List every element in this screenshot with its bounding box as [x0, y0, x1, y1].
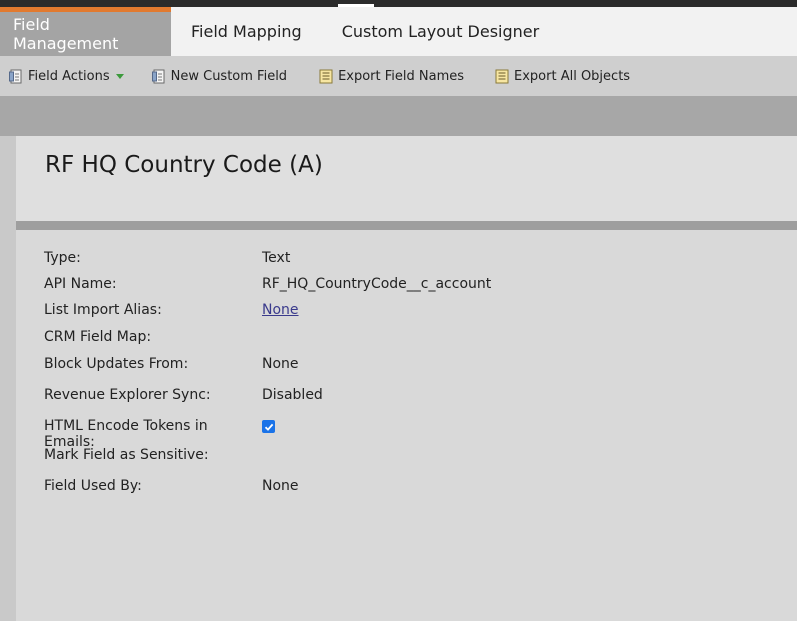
- tab-bar: Field Management Field Mapping Custom La…: [0, 7, 797, 56]
- row-value: Disabled: [262, 387, 323, 403]
- dropdown-arrow-icon: [115, 73, 124, 79]
- checkmark-icon: [264, 423, 273, 431]
- row-value: None: [262, 478, 299, 494]
- row-value: Text: [262, 250, 291, 266]
- row-label: API Name:: [44, 276, 117, 292]
- row-value: None: [262, 356, 299, 372]
- tab-field-management[interactable]: Field Management: [0, 7, 171, 56]
- field-actions-button[interactable]: Field Actions: [9, 64, 124, 88]
- detail-row-block-updates-from: Block Updates From: None: [44, 356, 299, 372]
- row-label: Block Updates From:: [44, 356, 189, 372]
- row-label: Mark Field as Sensitive:: [44, 447, 209, 463]
- document-icon: [151, 69, 166, 84]
- row-label: Type:: [44, 250, 81, 266]
- left-gutter: [0, 136, 16, 621]
- export-field-names-label: Export Field Names: [338, 68, 465, 84]
- field-actions-label: Field Actions: [28, 68, 110, 84]
- row-label: Field Used By:: [44, 478, 142, 494]
- export-field-names-button[interactable]: Export Field Names: [319, 64, 464, 88]
- export-document-icon: [319, 69, 333, 84]
- detail-row-mark-field-sensitive: Mark Field as Sensitive:: [44, 447, 262, 463]
- html-encode-tokens-checkbox[interactable]: [262, 420, 275, 433]
- row-label: CRM Field Map:: [44, 329, 152, 345]
- field-details: Type: Text API Name: RF_HQ_CountryCode__…: [16, 230, 797, 621]
- toolbar: Field Actions New Custom Field Export Fi…: [0, 56, 797, 96]
- tab-custom-layout-designer[interactable]: Custom Layout Designer: [322, 7, 560, 56]
- top-strip: [0, 0, 797, 7]
- tab-field-mapping[interactable]: Field Mapping: [171, 7, 322, 56]
- tab-label: Field Mapping: [191, 22, 302, 41]
- row-label: HTML Encode Tokens in Emails:: [44, 418, 208, 450]
- new-custom-field-label: New Custom Field: [170, 68, 288, 84]
- row-label: List Import Alias:: [44, 302, 162, 318]
- tab-label: Field Management: [13, 15, 119, 53]
- export-all-objects-button[interactable]: Export All Objects: [495, 64, 630, 88]
- detail-row-api-name: API Name: RF_HQ_CountryCode__c_account: [44, 276, 491, 292]
- row-label: Revenue Explorer Sync:: [44, 387, 211, 403]
- header-divider: [16, 221, 797, 230]
- list-import-alias-link[interactable]: None: [262, 302, 299, 318]
- detail-row-field-used-by: Field Used By: None: [44, 478, 299, 494]
- page-title: RF HQ Country Code (A): [45, 152, 323, 178]
- new-custom-field-button[interactable]: New Custom Field: [151, 64, 288, 88]
- detail-row-html-encode-tokens: HTML Encode Tokens in Emails:: [44, 418, 275, 450]
- export-all-objects-label: Export All Objects: [514, 68, 631, 84]
- export-document-icon: [495, 69, 509, 84]
- detail-row-revenue-explorer-sync: Revenue Explorer Sync: Disabled: [44, 387, 323, 403]
- grey-band: [0, 96, 797, 136]
- field-header: RF HQ Country Code (A): [16, 136, 797, 221]
- detail-row-crm-field-map: CRM Field Map:: [44, 329, 262, 345]
- tab-label: Custom Layout Designer: [341, 22, 540, 41]
- document-icon: [9, 69, 23, 84]
- detail-row-type: Type: Text: [44, 250, 290, 266]
- detail-row-list-import-alias: List Import Alias: None: [44, 302, 299, 318]
- row-value: RF_HQ_CountryCode__c_account: [262, 276, 492, 292]
